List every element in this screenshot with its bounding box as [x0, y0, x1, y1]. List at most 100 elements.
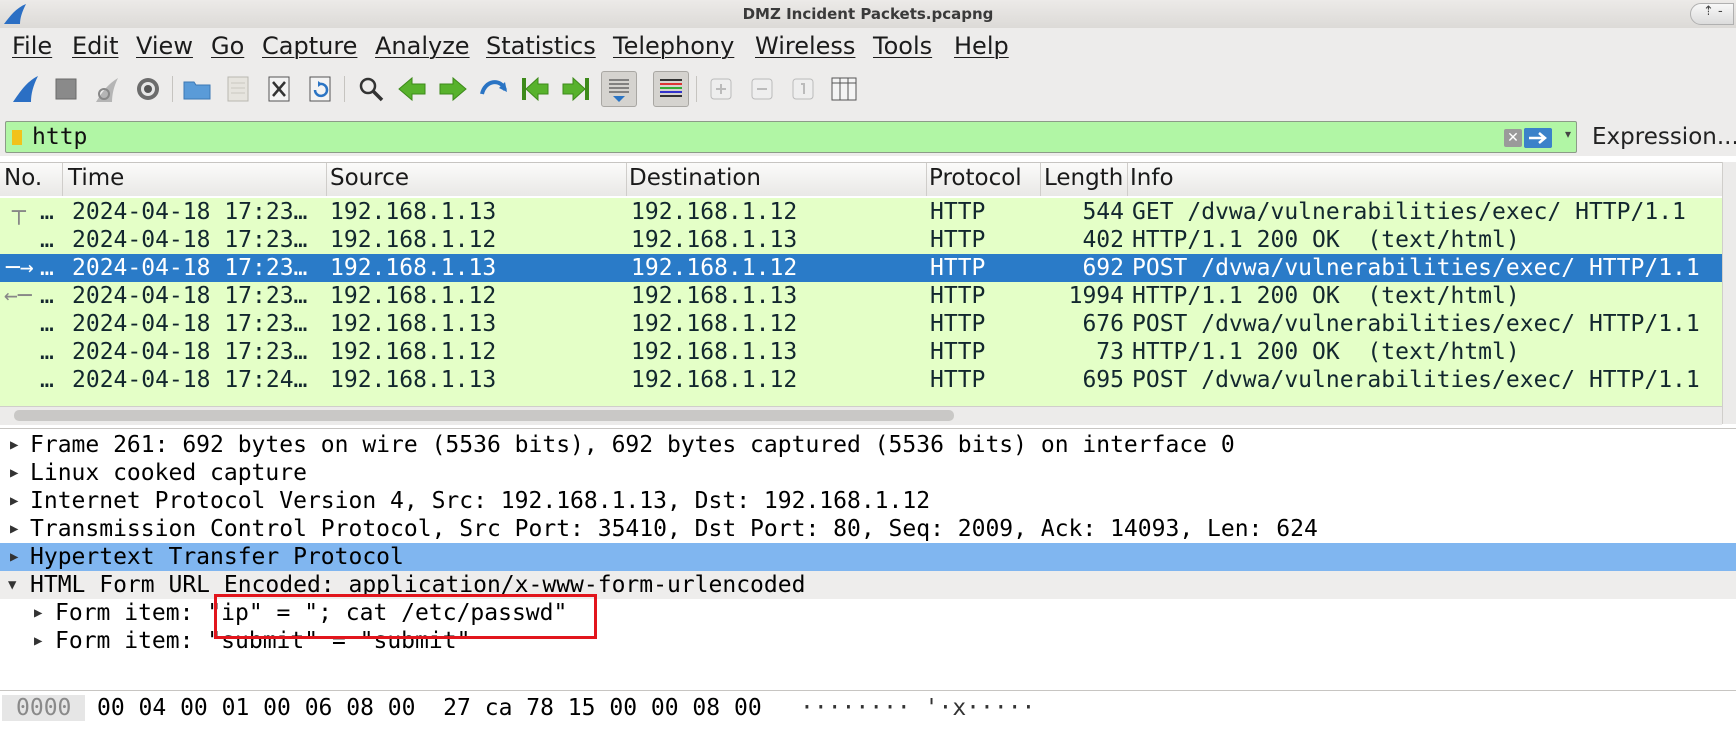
- toolbar-separator: [696, 76, 697, 102]
- menu-bar: File Edit View Go Capture Analyze Statis…: [0, 28, 1736, 64]
- packet-row[interactable]: … 2024-04-18 17:24… 192.168.1.13 192.168…: [0, 366, 1722, 394]
- restart-icon[interactable]: [90, 72, 124, 106]
- expand-arrow-icon[interactable]: ▶: [10, 487, 18, 515]
- column-divider[interactable]: [1040, 163, 1041, 196]
- column-header-time[interactable]: Time: [68, 165, 124, 194]
- column-header-protocol[interactable]: Protocol: [929, 165, 1022, 194]
- find-icon[interactable]: [354, 72, 388, 106]
- column-header-length[interactable]: Length: [1044, 165, 1123, 194]
- packet-row[interactable]: ←─ … 2024-04-18 17:23… 192.168.1.12 192.…: [0, 282, 1722, 310]
- menu-go[interactable]: Go: [211, 32, 244, 60]
- stop-icon[interactable]: [49, 72, 83, 106]
- colorize-icon[interactable]: [653, 71, 689, 107]
- packet-time: 2024-04-18 17:23…: [72, 255, 308, 281]
- packet-info: POST /dvwa/vulnerabilities/exec/ HTTP/1.…: [1132, 367, 1700, 393]
- open-folder-icon[interactable]: [180, 72, 214, 106]
- options-gear-icon[interactable]: [131, 72, 165, 106]
- packet-list-header: No. Time Source Destination Protocol Len…: [0, 162, 1722, 197]
- packet-source: 192.168.1.13: [330, 367, 497, 393]
- resize-columns-icon[interactable]: [827, 72, 861, 106]
- packet-protocol: HTTP: [930, 283, 986, 309]
- go-back-icon[interactable]: [395, 72, 429, 106]
- expand-arrow-icon[interactable]: ▶: [10, 543, 18, 571]
- filter-history-dropdown-icon[interactable]: ▾: [1565, 127, 1571, 141]
- packet-time: 2024-04-18 17:23…: [72, 283, 308, 309]
- scrollbar-thumb[interactable]: [14, 410, 954, 421]
- menu-view[interactable]: View: [136, 32, 193, 60]
- clear-filter-icon[interactable]: ✕: [1504, 129, 1522, 147]
- detail-text: Linux cooked capture: [30, 460, 307, 486]
- packet-bytes-pane: 0000 00 04 00 01 00 06 08 00 27 ca 78 15…: [0, 690, 1736, 728]
- go-forward-icon[interactable]: [436, 72, 470, 106]
- column-divider[interactable]: [626, 163, 627, 196]
- shark-fin-start-icon[interactable]: [8, 72, 42, 106]
- reload-icon[interactable]: [303, 72, 337, 106]
- detail-row-frame[interactable]: ▶ Frame 261: 692 bytes on wire (5536 bit…: [0, 431, 1736, 459]
- packet-row-selected[interactable]: ─→ … 2024-04-18 17:23… 192.168.1.13 192.…: [0, 254, 1722, 282]
- column-header-destination[interactable]: Destination: [629, 165, 761, 194]
- menu-help[interactable]: Help: [954, 32, 1009, 60]
- filter-bookmark-icon[interactable]: [12, 130, 22, 145]
- expand-arrow-icon[interactable]: ▶: [34, 627, 42, 655]
- expression-button[interactable]: Expression...: [1592, 124, 1736, 150]
- menu-analyze[interactable]: Analyze: [375, 32, 470, 60]
- column-header-info[interactable]: Info: [1130, 165, 1174, 194]
- menu-tools[interactable]: Tools: [873, 32, 932, 60]
- menu-statistics[interactable]: Statistics: [486, 32, 596, 60]
- detail-row-http-highlighted[interactable]: ▶ Hypertext Transfer Protocol: [0, 543, 1736, 571]
- collapse-arrow-icon[interactable]: ▼: [8, 571, 16, 599]
- last-packet-icon[interactable]: [559, 72, 593, 106]
- expand-arrow-icon[interactable]: ▶: [10, 459, 18, 487]
- response-arrow-marker: ←─: [4, 283, 32, 309]
- ascii-bytes[interactable]: ········ '·x·····: [800, 695, 1035, 721]
- expand-arrow-icon[interactable]: ▶: [34, 599, 42, 627]
- expand-arrow-icon[interactable]: ▶: [10, 515, 18, 543]
- column-header-no[interactable]: No.: [4, 165, 42, 194]
- zoom-out-icon[interactable]: [745, 72, 779, 106]
- display-filter-bar: http ✕ ▾ Expression...: [0, 120, 1736, 156]
- packet-info: POST /dvwa/vulnerabilities/exec/ HTTP/1.…: [1132, 311, 1700, 337]
- menu-edit[interactable]: Edit: [72, 32, 118, 60]
- packet-list-vertical-scrollbar[interactable]: [1722, 162, 1736, 424]
- go-to-packet-icon[interactable]: [477, 72, 511, 106]
- column-divider[interactable]: [326, 163, 327, 196]
- packet-row[interactable]: … 2024-04-18 17:23… 192.168.1.12 192.168…: [0, 338, 1722, 366]
- packet-length: 695: [1082, 367, 1124, 393]
- display-filter-input[interactable]: http ✕ ▾: [5, 121, 1577, 153]
- packet-row-partial[interactable]: [0, 394, 1722, 406]
- window-maximize-button[interactable]: ⇡ -: [1690, 3, 1734, 25]
- apply-filter-icon[interactable]: [1524, 128, 1552, 148]
- packet-time: 2024-04-18 17:23…: [72, 311, 308, 337]
- menu-wireless[interactable]: Wireless: [755, 32, 855, 60]
- column-divider[interactable]: [926, 163, 927, 196]
- packet-row[interactable]: ┬ … 2024-04-18 17:23… 192.168.1.13 192.1…: [0, 198, 1722, 226]
- hex-bytes[interactable]: 00 04 00 01 00 06 08 00 27 ca 78 15 00 0…: [97, 695, 762, 721]
- packet-list-horizontal-scrollbar[interactable]: [0, 406, 1722, 425]
- detail-row-ip[interactable]: ▶ Internet Protocol Version 4, Src: 192.…: [0, 487, 1736, 515]
- window-title: DMZ Incident Packets.pcapng: [742, 5, 994, 23]
- packet-info: GET /dvwa/vulnerabilities/exec/ HTTP/1.1: [1132, 199, 1686, 225]
- menu-file[interactable]: File: [12, 32, 52, 60]
- first-packet-icon[interactable]: [518, 72, 552, 106]
- packet-no: …: [40, 283, 54, 309]
- close-file-icon[interactable]: [262, 72, 296, 106]
- packet-source: 192.168.1.12: [330, 283, 497, 309]
- detail-row-tcp[interactable]: ▶ Transmission Control Protocol, Src Por…: [0, 515, 1736, 543]
- filter-text[interactable]: http: [32, 124, 87, 150]
- expand-arrow-icon[interactable]: ▶: [10, 431, 18, 459]
- column-header-source[interactable]: Source: [330, 165, 409, 194]
- save-icon[interactable]: [221, 72, 255, 106]
- column-divider[interactable]: [62, 163, 63, 196]
- normal-size-icon[interactable]: [786, 72, 820, 106]
- autoscroll-icon[interactable]: [601, 71, 637, 107]
- packet-row[interactable]: … 2024-04-18 17:23… 192.168.1.13 192.168…: [0, 310, 1722, 338]
- menu-capture[interactable]: Capture: [262, 32, 357, 60]
- menu-telephony[interactable]: Telephony: [613, 32, 734, 60]
- packet-no: …: [40, 339, 54, 365]
- packet-protocol: HTTP: [930, 367, 986, 393]
- column-divider[interactable]: [1127, 163, 1128, 196]
- zoom-in-icon[interactable]: [704, 72, 738, 106]
- detail-row-linux-cooked[interactable]: ▶ Linux cooked capture: [0, 459, 1736, 487]
- packet-destination: 192.168.1.12: [631, 255, 798, 281]
- packet-row[interactable]: … 2024-04-18 17:23… 192.168.1.12 192.168…: [0, 226, 1722, 254]
